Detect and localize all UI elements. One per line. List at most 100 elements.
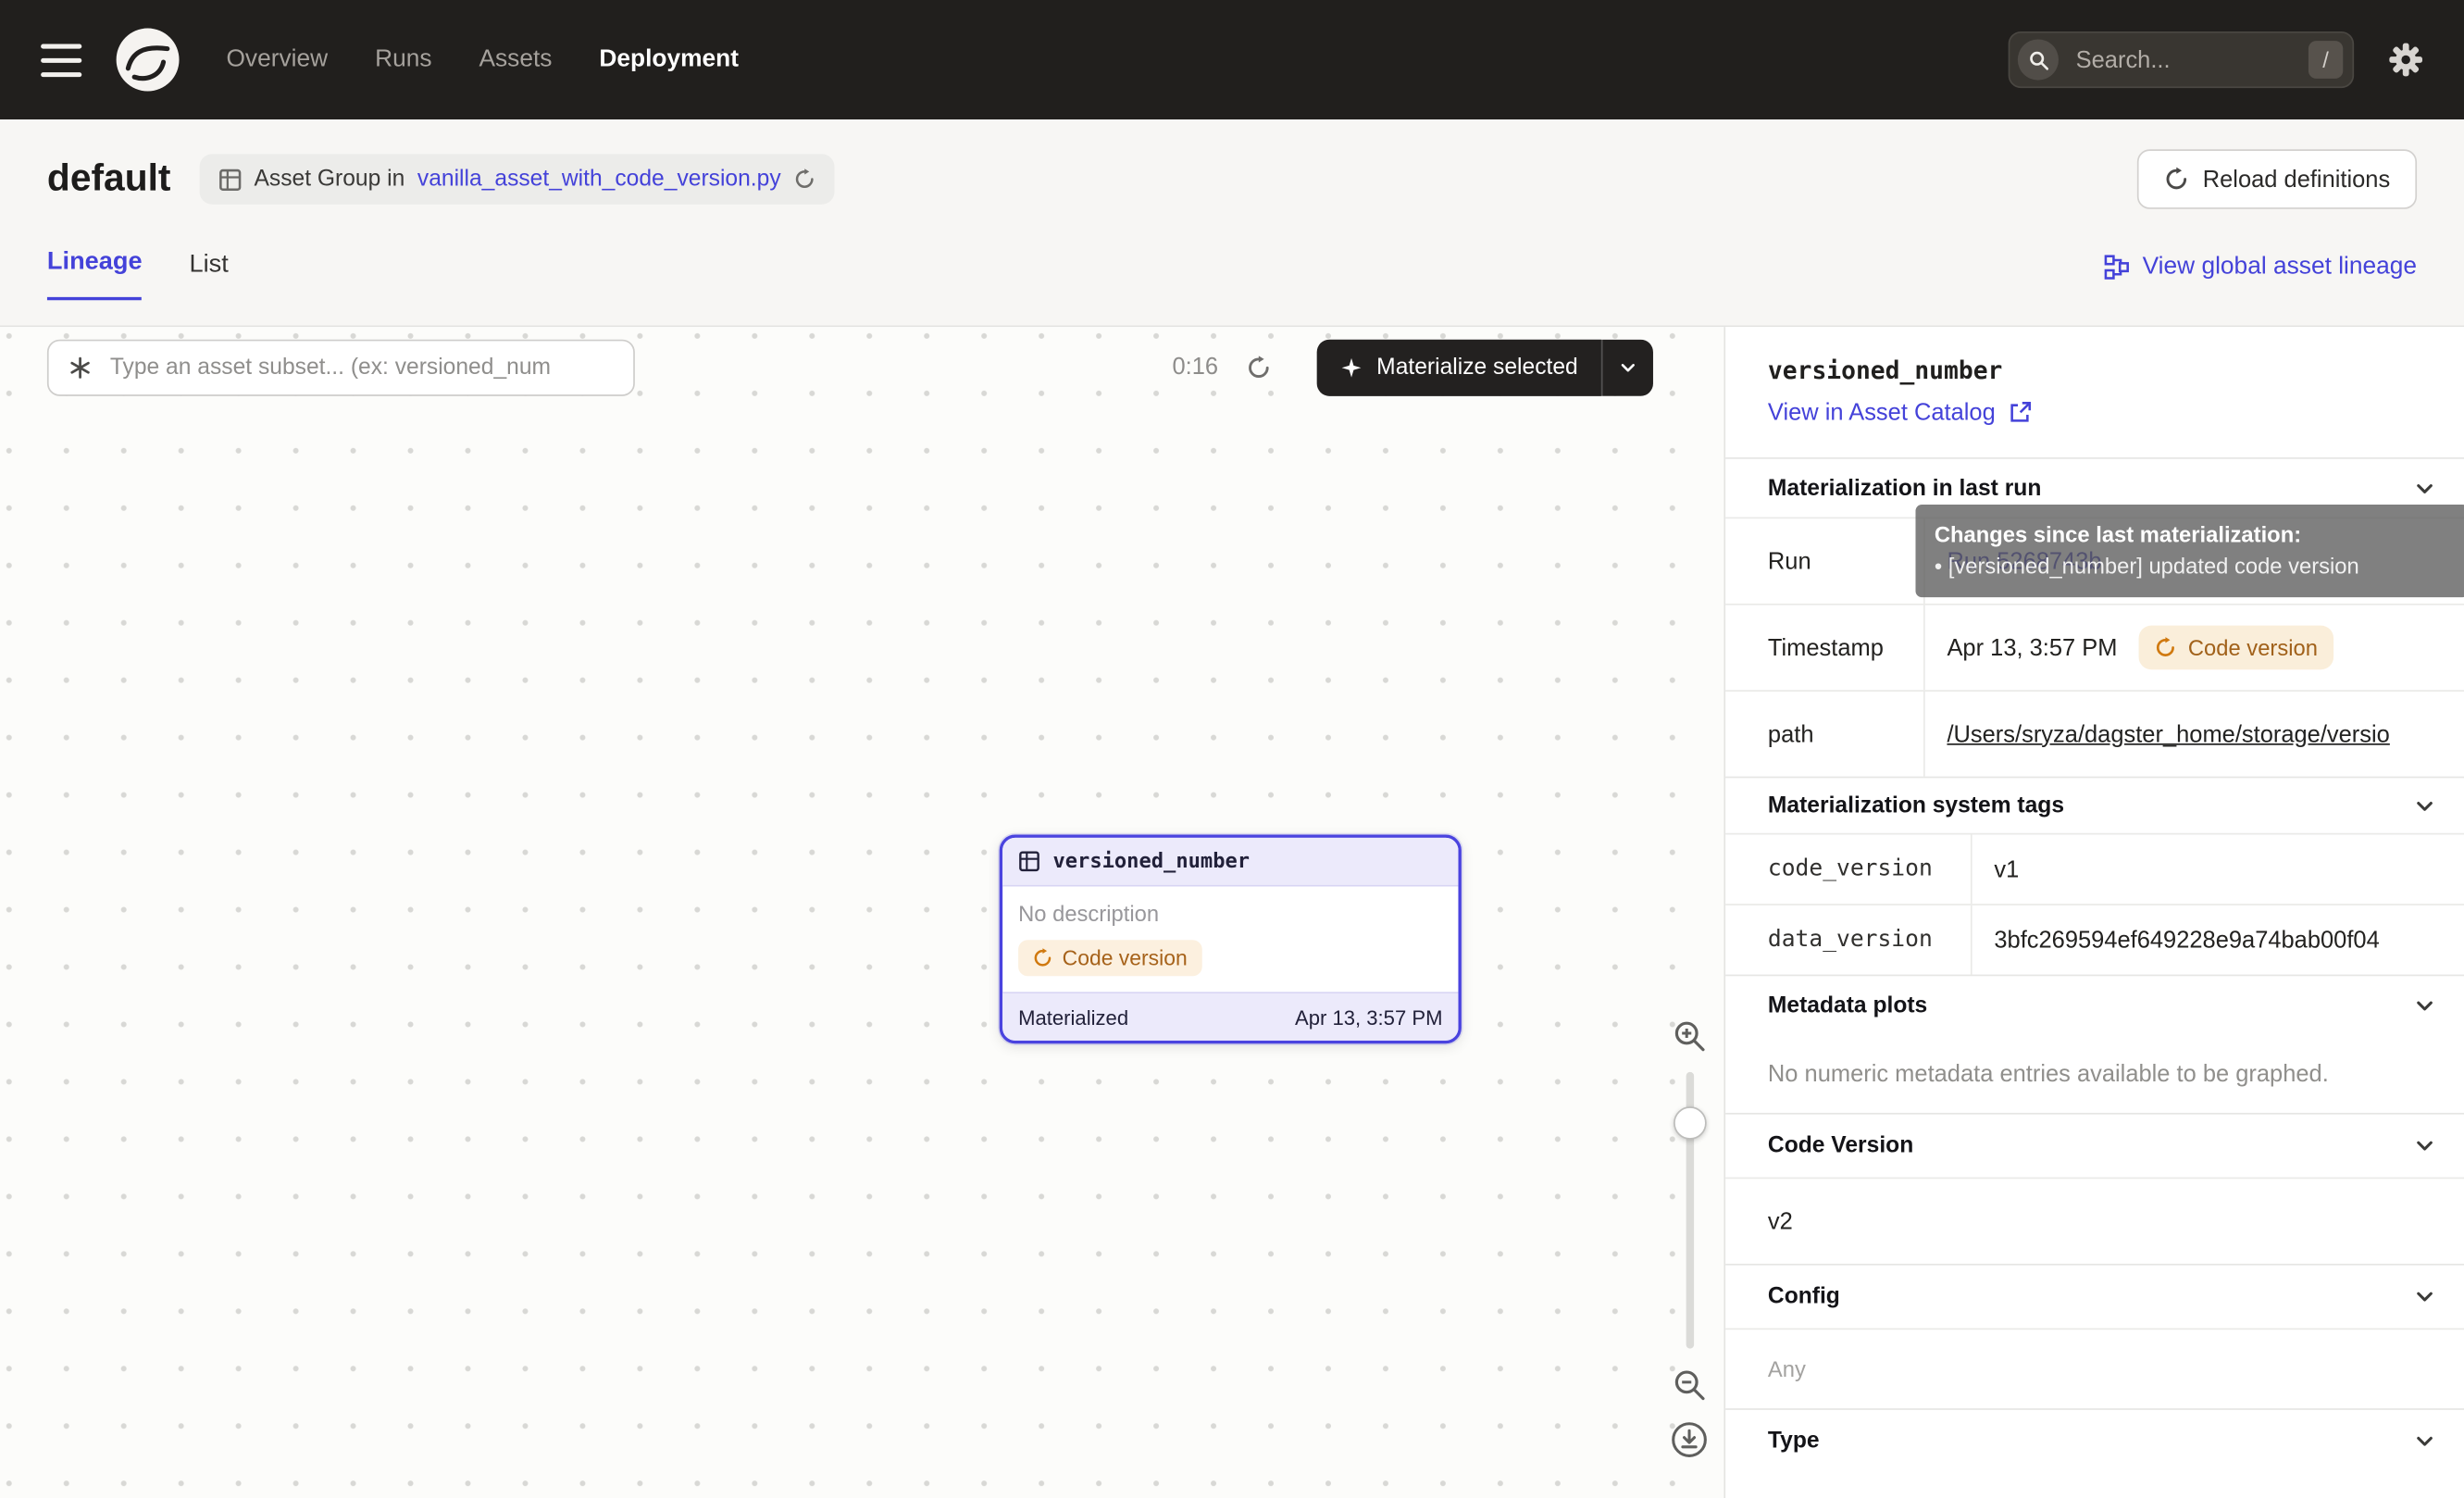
asset-node-name: versioned_number [1052, 850, 1250, 873]
tag-key: data_version [1725, 905, 1972, 975]
asset-subset-input[interactable] [106, 354, 614, 382]
global-search[interactable]: / [2009, 31, 2354, 88]
search-icon [2018, 39, 2059, 80]
zoom-in-icon[interactable] [1672, 1018, 1706, 1053]
tab-lineage[interactable]: Lineage [47, 248, 143, 300]
materialized-timestamp: Apr 13, 3:57 PM [1295, 1005, 1443, 1029]
refresh-icon[interactable] [1246, 356, 1271, 381]
section-title: Materialization in last run [1768, 476, 2041, 501]
code-version-badge: Code version [2139, 626, 2333, 670]
dagster-app: Overview Runs Assets Deployment / [0, 0, 2464, 1498]
view-in-asset-catalog-link[interactable]: View in Asset Catalog [1768, 399, 2464, 426]
external-link-icon [2008, 401, 2031, 424]
reload-definitions-button[interactable]: Reload definitions [2136, 149, 2417, 209]
asset-node-versioned-number[interactable]: versioned_number No description Code ver… [1000, 834, 1462, 1043]
tab-list[interactable]: List [190, 252, 229, 301]
code-version-badge: Code version [1018, 940, 1201, 976]
asset-group-icon [218, 168, 241, 191]
chevron-down-icon [2414, 1286, 2436, 1308]
asset-group-file-link[interactable]: vanilla_asset_with_code_version.py [417, 167, 781, 192]
primary-nav: Overview Runs Assets Deployment [226, 45, 739, 74]
top-navigation-bar: Overview Runs Assets Deployment / [0, 0, 2464, 119]
reload-definitions-label: Reload definitions [2203, 166, 2390, 193]
view-in-asset-catalog-label: View in Asset Catalog [1768, 399, 1996, 426]
nav-item-assets[interactable]: Assets [479, 45, 552, 74]
asset-group-badge: Asset Group in vanilla_asset_with_code_v… [199, 154, 834, 204]
code-version-badge-label: Code version [1063, 946, 1188, 969]
view-global-asset-lineage-label: View global asset lineage [2143, 253, 2417, 281]
lineage-canvas[interactable]: 0:16 Materialize selected [0, 327, 1724, 1498]
chevron-down-icon [1619, 358, 1637, 377]
section-metadata-plots[interactable]: Metadata plots [1725, 975, 2464, 1035]
section-type[interactable]: Type [1725, 1408, 2464, 1473]
sparkle-icon [1340, 356, 1363, 379]
row-label: Run [1725, 518, 1925, 604]
asset-subset-filter[interactable] [47, 340, 635, 396]
asset-details-sidebar: versioned_number View in Asset Catalog M… [1724, 327, 2464, 1498]
asset-node-header: versioned_number [1002, 838, 1458, 887]
chevron-down-icon [2414, 794, 2436, 817]
chevron-down-icon [2414, 1135, 2436, 1157]
gear-icon[interactable] [2389, 43, 2423, 77]
table-row-code-version: code_version v1 [1725, 833, 2464, 904]
table-row-data-version: data_version 3bfc269594ef649228e9a74bab0… [1725, 904, 2464, 974]
nav-item-runs[interactable]: Runs [375, 45, 431, 74]
table-row-timestamp: Timestamp Apr 13, 3:57 PM Code version [1725, 604, 2464, 690]
section-title: Config [1768, 1284, 1840, 1309]
tag-value: 3bfc269594ef649228e9a74bab00f04 [1972, 905, 2464, 975]
refresh-icon[interactable] [793, 169, 815, 191]
view-global-asset-lineage-link[interactable]: View global asset lineage [2105, 253, 2417, 281]
slash-shortcut: / [2308, 41, 2343, 79]
materialized-status-label: Materialized [1018, 1005, 1128, 1029]
sidebar-asset-name: versioned_number [1768, 356, 2464, 385]
tooltip-item: • [versioned_number] updated code versio… [1935, 551, 2450, 584]
zoom-controls [1667, 1018, 1711, 1458]
metadata-plots-empty-state: No numeric metadata entries available to… [1725, 1034, 2464, 1113]
materialize-dropdown-button[interactable] [1601, 340, 1653, 396]
tag-key: code_version [1725, 834, 1972, 904]
tooltip-title: Changes since last materialization: [1935, 518, 2450, 550]
reload-icon [2163, 167, 2188, 192]
section-config[interactable]: Config [1725, 1264, 2464, 1329]
section-title: Metadata plots [1768, 992, 1927, 1017]
tag-value: v1 [1972, 834, 2464, 904]
auto-refresh-timer: 0:16 [1172, 340, 1218, 396]
section-title: Materialization system tags [1768, 793, 2064, 818]
asset-group-prefix: Asset Group in [254, 167, 404, 192]
section-code-version[interactable]: Code Version [1725, 1113, 2464, 1178]
row-label: Timestamp [1725, 605, 1925, 691]
zoom-slider[interactable] [1667, 1072, 1711, 1349]
download-icon[interactable] [1671, 1421, 1709, 1459]
changes-tooltip: Changes since last materialization: • [v… [1915, 505, 2463, 598]
lineage-graph-icon [2105, 255, 2130, 280]
config-value: Any [1725, 1329, 2464, 1409]
chevron-down-icon [2414, 1430, 2436, 1453]
section-materialization-system-tags[interactable]: Materialization system tags [1725, 777, 2464, 833]
page-header: default Asset Group in vanilla_asset_wit… [0, 119, 2464, 325]
code-version-value: v2 [1725, 1178, 2464, 1264]
asset-subset-icon [68, 356, 93, 381]
path-link[interactable]: /Users/sryza/dagster_home/storage/versio [1947, 720, 2389, 747]
code-version-icon [1032, 948, 1052, 968]
nav-item-deployment[interactable]: Deployment [599, 45, 739, 74]
row-label: path [1725, 692, 1925, 777]
chevron-down-icon [2414, 477, 2436, 499]
nav-item-overview[interactable]: Overview [226, 45, 328, 74]
code-version-badge-label: Code version [2188, 635, 2318, 660]
table-row-path: path /Users/sryza/dagster_home/storage/v… [1725, 690, 2464, 776]
asset-node-body: No description Code version [1002, 887, 1458, 992]
page-title: default [47, 157, 171, 202]
hamburger-menu-icon[interactable] [41, 44, 81, 77]
section-title: Code Version [1768, 1133, 1913, 1158]
dagster-logo[interactable] [113, 25, 182, 94]
chevron-down-icon [2414, 994, 2436, 1017]
section-title: Type [1768, 1429, 1820, 1454]
zoom-slider-handle[interactable] [1673, 1106, 1706, 1140]
search-input[interactable] [2072, 44, 2308, 74]
zoom-out-icon[interactable] [1672, 1367, 1706, 1402]
code-version-icon [2155, 637, 2177, 659]
materialize-selected-label: Materialize selected [1376, 356, 1578, 381]
table-icon [1018, 850, 1040, 872]
materialize-selected-button[interactable]: Materialize selected [1317, 340, 1602, 396]
asset-node-footer: Materialized Apr 13, 3:57 PM [1002, 992, 1458, 1041]
